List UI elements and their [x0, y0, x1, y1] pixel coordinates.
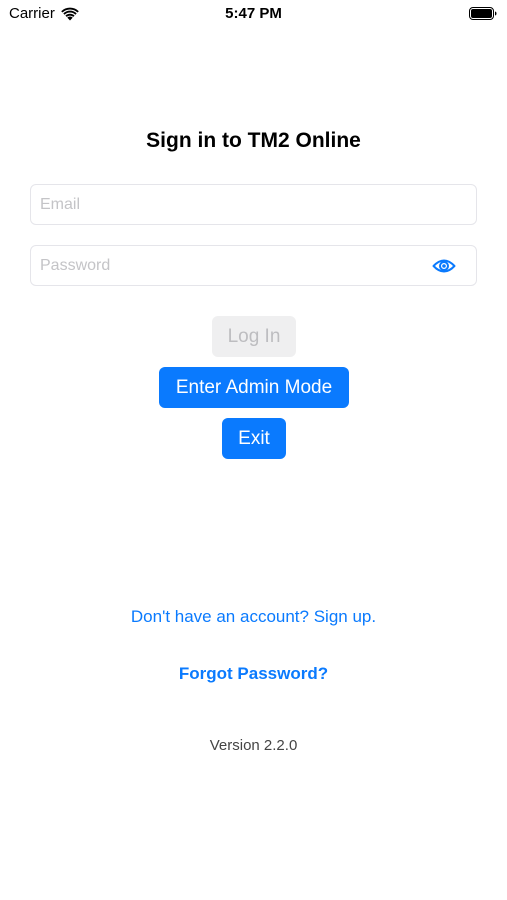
email-field-container: [30, 184, 477, 225]
battery-icon: [469, 7, 497, 20]
status-time: 5:47 PM: [225, 5, 282, 22]
status-bar: Carrier 5:47 PM: [0, 0, 507, 28]
page-title: Sign in to TM2 Online: [146, 129, 361, 152]
password-field-container: [30, 245, 477, 286]
eye-icon[interactable]: [432, 258, 456, 274]
password-field[interactable]: [31, 246, 420, 285]
login-button[interactable]: Log In: [212, 316, 296, 357]
version-label: Version 2.2.0: [209, 737, 298, 754]
email-field[interactable]: [31, 185, 420, 224]
signup-link[interactable]: Don't have an account? Sign up.: [0, 607, 507, 627]
enter-admin-mode-button[interactable]: Enter Admin Mode: [159, 367, 349, 408]
forgot-password-link[interactable]: Forgot Password?: [0, 664, 507, 684]
exit-button[interactable]: Exit: [222, 418, 286, 459]
